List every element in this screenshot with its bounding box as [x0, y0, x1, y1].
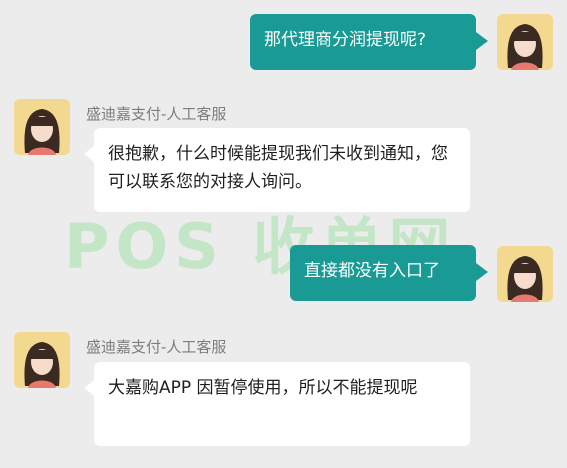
incoming-message-bubble[interactable]: 大嘉购APP 因暂停使用，所以不能提现呢 — [84, 362, 470, 446]
message-text: 那代理商分润提现呢? — [264, 30, 427, 50]
message-text: 很抱歉，什么时候能提现我们未收到通知，您可以联系您的对接人询问。 — [108, 144, 448, 192]
outgoing-message-bubble[interactable]: 直接都没有入口了 — [290, 245, 488, 301]
chat-window: 那代理商分润提现呢? 盛迪嘉支付-人工客服 很抱歉，什么时候能提现我们未收到通知… — [0, 0, 567, 468]
sender-name: 盛迪嘉支付-人工客服 — [86, 338, 227, 356]
girl-avatar-icon — [14, 332, 70, 388]
girl-avatar-icon — [497, 246, 553, 302]
incoming-message-bubble[interactable]: 很抱歉，什么时候能提现我们未收到通知，您可以联系您的对接人询问。 — [84, 128, 470, 212]
agent-avatar[interactable] — [14, 99, 70, 155]
sender-name: 盛迪嘉支付-人工客服 — [86, 105, 227, 123]
message-text: 大嘉购APP 因暂停使用，所以不能提现呢 — [108, 378, 418, 398]
user-avatar[interactable] — [497, 14, 553, 70]
agent-avatar[interactable] — [14, 332, 70, 388]
girl-avatar-icon — [14, 99, 70, 155]
user-avatar[interactable] — [497, 246, 553, 302]
girl-avatar-icon — [497, 14, 553, 70]
message-text: 直接都没有入口了 — [304, 261, 440, 281]
outgoing-message-bubble[interactable]: 那代理商分润提现呢? — [250, 14, 488, 70]
